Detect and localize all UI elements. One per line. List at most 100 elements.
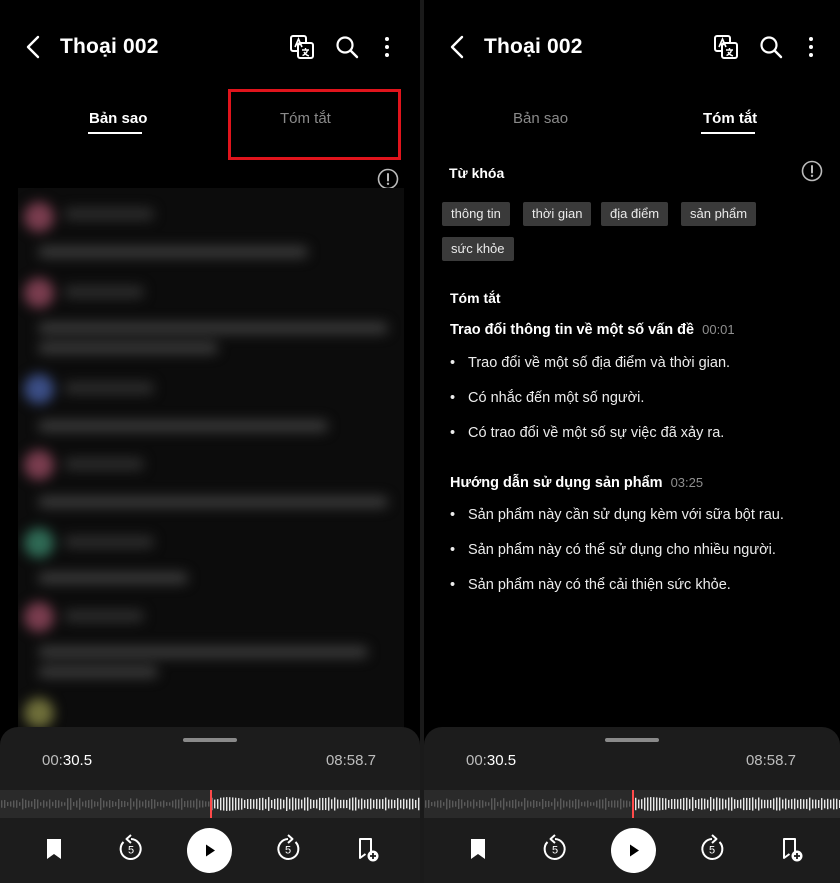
search-icon[interactable] (333, 33, 361, 61)
waveform-bar (388, 799, 390, 809)
player-controls: 5 5 (0, 825, 420, 877)
current-time-seconds: 30.5 (486, 752, 517, 769)
waveform-bar (97, 801, 99, 807)
waveform-scrubber[interactable] (0, 790, 420, 818)
topic-timestamp[interactable]: 03:25 (671, 475, 704, 490)
waveform-scrubber[interactable] (424, 790, 840, 818)
info-icon[interactable] (801, 160, 823, 182)
forward-5-icon[interactable]: 5 (694, 831, 730, 867)
waveform-bar (614, 800, 616, 808)
info-icon[interactable] (377, 168, 399, 190)
waveform-bar (331, 799, 333, 809)
waveform-bar (455, 801, 457, 807)
waveform-bar (737, 799, 739, 809)
waveform-bar (250, 798, 252, 810)
play-button[interactable] (187, 828, 232, 873)
drag-handle[interactable] (605, 738, 659, 742)
tab-transcript[interactable]: Bản sao (89, 110, 147, 127)
tab-summary[interactable]: Tóm tắt (703, 110, 757, 127)
waveform-bar (515, 799, 517, 809)
total-time: 08:58.7 (325, 752, 376, 769)
waveform-bar (815, 799, 817, 809)
waveform-bar (244, 799, 246, 809)
waveform-bar (575, 799, 577, 809)
waveform-bar (220, 797, 222, 811)
waveform-bar (304, 797, 306, 811)
translate-icon[interactable] (712, 33, 740, 61)
waveform-bar (301, 799, 303, 809)
play-icon (206, 844, 215, 857)
topic-heading[interactable]: Hướng dẫn sử dụng sản phẩm 03:25 (450, 475, 703, 491)
keyword-chip[interactable]: sức khỏe (442, 237, 514, 261)
keyword-chip[interactable]: thời gian (523, 202, 592, 226)
waveform-bar (599, 799, 601, 809)
page-title: Thoại 002 (60, 35, 159, 58)
waveform-bar (289, 798, 291, 810)
keyword-chip[interactable]: địa điểm (601, 202, 669, 226)
active-tab-indicator (88, 132, 142, 134)
waveform-bar (722, 798, 724, 810)
add-bookmark-icon[interactable] (773, 831, 809, 867)
bullet-text: Trao đổi về một số địa điểm và thời gian… (468, 355, 731, 371)
avatar (24, 278, 54, 308)
waveform-bar (13, 800, 15, 808)
playhead[interactable] (210, 790, 212, 818)
waveform-bar (704, 798, 706, 810)
summary-bullet: • Có trao đổi về một số sự việc đã xảy ra… (450, 425, 725, 441)
playhead[interactable] (632, 790, 634, 818)
player-controls: 5 5 (424, 825, 840, 877)
waveform-bar (650, 797, 652, 811)
search-icon[interactable] (757, 33, 785, 61)
keyword-chip[interactable]: sản phẩm (681, 202, 757, 226)
translate-icon[interactable] (288, 33, 316, 61)
rewind-5-icon[interactable]: 5 (113, 831, 149, 867)
current-time-seconds: 30.5 (62, 752, 93, 769)
waveform-bar (485, 801, 487, 807)
waveform-bar (683, 797, 685, 811)
summary-bullet: • Có nhắc đến một số người. (450, 390, 645, 406)
waveform-bar (752, 797, 754, 811)
waveform-bar (400, 799, 402, 809)
play-icon (630, 844, 639, 857)
play-button[interactable] (611, 828, 656, 873)
waveform-bar (145, 799, 147, 809)
bullet-text: Sản phẩm này cần sử dụng kèm với sữa bột… (468, 507, 784, 523)
tab-transcript[interactable]: Bản sao (513, 110, 568, 127)
waveform-bar (476, 801, 478, 807)
waveform-bar (428, 799, 430, 809)
waveform-bar (136, 798, 138, 810)
topic-heading[interactable]: Trao đổi thông tin về một số vấn đề 00:01 (450, 322, 735, 338)
keyword-chip[interactable]: thông tin (442, 202, 510, 226)
waveform-bar (349, 798, 351, 810)
add-bookmark-icon[interactable] (349, 831, 385, 867)
waveform-bar (319, 797, 321, 811)
rewind-seconds-label: 5 (552, 845, 558, 857)
waveform-bar (169, 802, 171, 806)
waveform-bar (758, 797, 760, 811)
bookmark-icon[interactable] (460, 831, 496, 867)
waveform-bar (277, 798, 279, 810)
waveform-bar (443, 802, 445, 806)
waveform-bar (271, 799, 273, 809)
waveform-bar (740, 799, 742, 809)
waveform-bar (190, 800, 192, 808)
waveform-bar (593, 802, 595, 806)
rewind-5-icon[interactable]: 5 (537, 831, 573, 867)
more-vertical-icon[interactable] (373, 33, 401, 61)
back-arrow-icon[interactable] (444, 32, 472, 62)
waveform-bar (358, 799, 360, 809)
bullet-text: Có nhắc đến một số người. (468, 390, 645, 406)
waveform-bar (482, 800, 484, 808)
bookmark-icon[interactable] (36, 831, 72, 867)
avatar (24, 450, 54, 480)
waveform-bar (701, 798, 703, 810)
drag-handle[interactable] (183, 738, 237, 742)
topic-timestamp[interactable]: 00:01 (702, 322, 735, 337)
waveform-bar (530, 801, 532, 807)
waveform (425, 790, 840, 818)
forward-5-icon[interactable]: 5 (270, 831, 306, 867)
waveform-bar (133, 801, 135, 807)
back-arrow-icon[interactable] (20, 32, 48, 62)
more-vertical-icon[interactable] (797, 33, 825, 61)
waveform-bar (106, 801, 108, 807)
